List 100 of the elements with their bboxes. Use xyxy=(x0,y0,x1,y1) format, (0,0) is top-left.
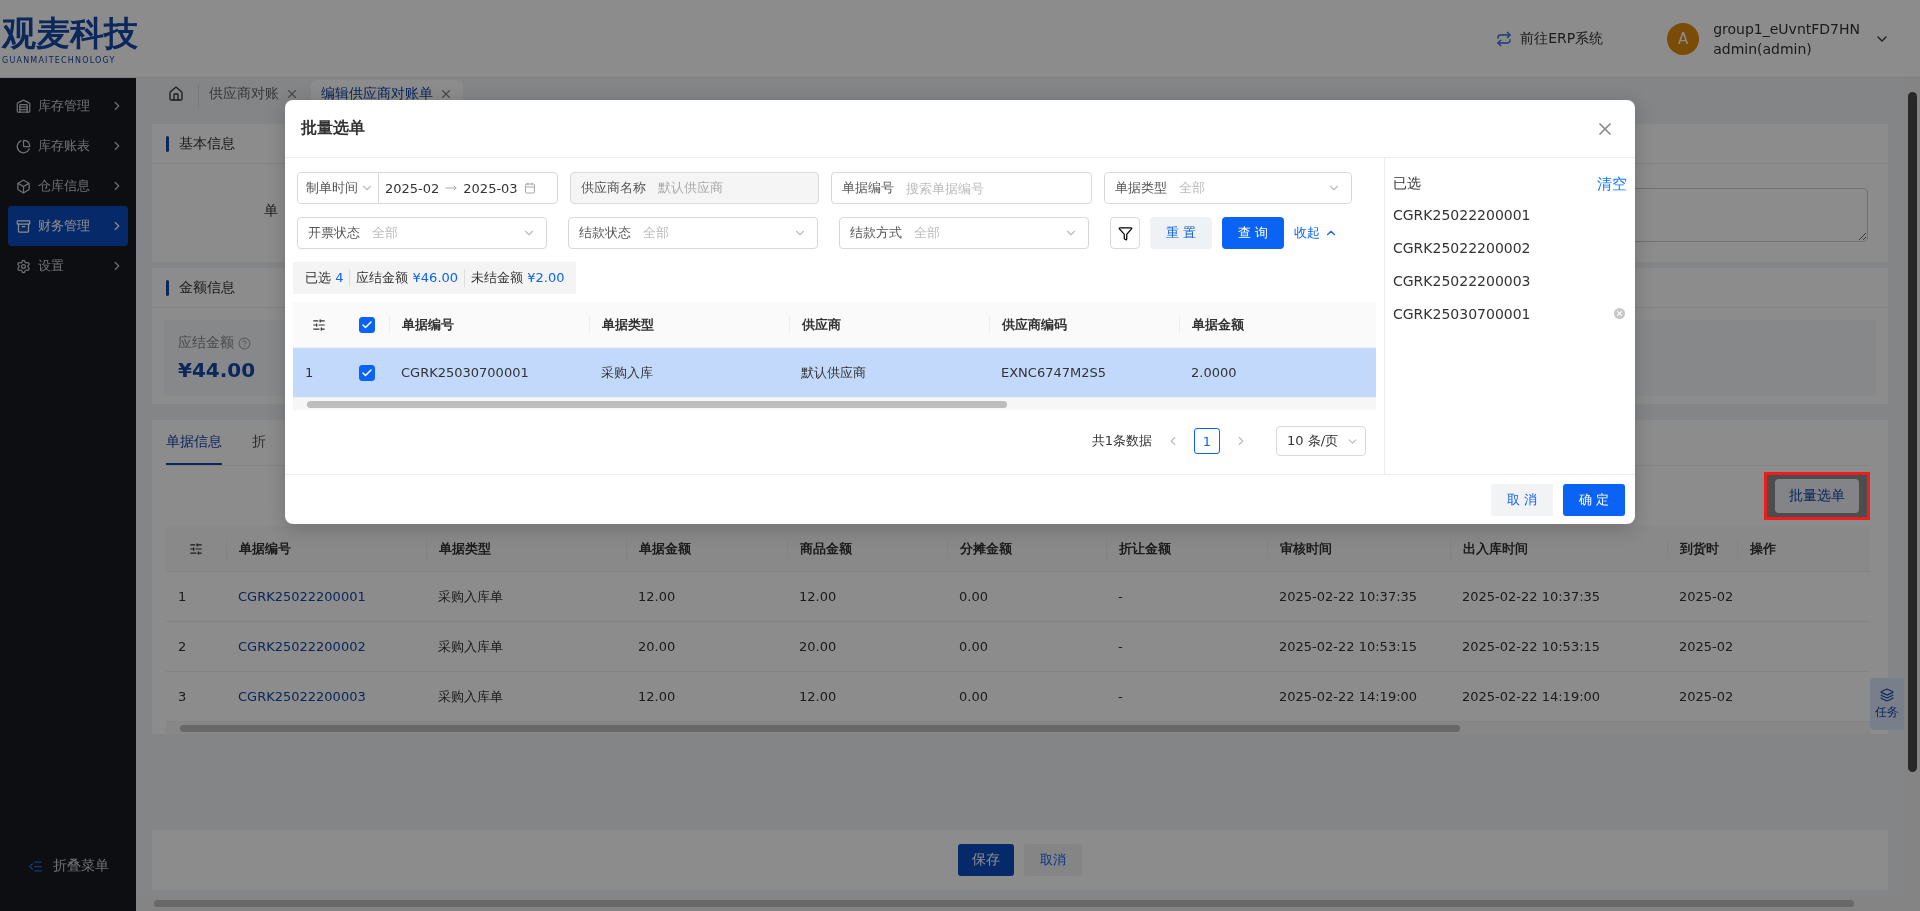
document-link[interactable]: CGRK25022200003 xyxy=(226,689,426,704)
table-cell-text: EXNC6747M2S5 xyxy=(1000,365,1107,380)
summary-item: 未结金额 ¥2.00 xyxy=(464,269,571,287)
row-number: 1 xyxy=(304,365,315,380)
cancel-button[interactable]: 取消 xyxy=(1024,844,1082,876)
horizontal-scrollbar[interactable] xyxy=(166,722,1870,734)
total-count: 共1条数据 xyxy=(1091,432,1152,450)
close-icon[interactable] xyxy=(439,87,453,101)
logo-subtitle: GUANMAITECHNOLOGY xyxy=(2,54,117,67)
document-link[interactable]: CGRK25022200002 xyxy=(226,639,426,654)
collapse-menu[interactable]: 折叠菜单 xyxy=(8,857,128,875)
check-icon xyxy=(361,318,373,331)
table-cell-text: 采购入库单 xyxy=(437,637,504,656)
select-field[interactable]: 结款方式 全部 xyxy=(839,217,1089,249)
filter-icon xyxy=(1117,225,1133,241)
sidebar-item[interactable]: 库存账表 xyxy=(8,126,128,166)
detail-tab[interactable]: 单据信息 xyxy=(166,420,222,465)
table-cell-text: 12.00 xyxy=(798,589,838,604)
row-number: 1 xyxy=(177,589,188,604)
reset-button[interactable]: 重 置 xyxy=(1150,217,1213,249)
check-icon xyxy=(361,366,373,379)
column-header: 审核时间 xyxy=(1267,539,1450,558)
page-button[interactable]: 1 xyxy=(1194,428,1220,454)
selected-item: CGRK25022200003 xyxy=(1393,272,1531,289)
table-cell-text: - xyxy=(1117,639,1124,654)
column-header: 单据编号 xyxy=(389,315,589,334)
filter-button[interactable] xyxy=(1110,217,1140,249)
table-cell-text: 0.00 xyxy=(958,689,989,704)
section-title: 基本信息 xyxy=(179,134,235,153)
field-label: 单 xyxy=(264,201,278,220)
column-header: 折让金额 xyxy=(1106,539,1267,558)
logo-title: 观麦科技 xyxy=(2,11,139,55)
query-button[interactable]: 查 询 xyxy=(1222,217,1285,249)
detail-tab[interactable]: 折 xyxy=(252,420,266,465)
column-header: 单据类型 xyxy=(589,315,789,334)
horizontal-scrollbar[interactable] xyxy=(293,398,1376,410)
sidebar-item[interactable]: 财务管理 xyxy=(8,206,128,246)
column-header: 分摊金额 xyxy=(947,539,1106,558)
column-settings-icon[interactable] xyxy=(312,317,326,332)
document-link[interactable]: CGRK25022200001 xyxy=(226,589,426,604)
archive-icon xyxy=(16,218,31,234)
selected-item: CGRK25022200002 xyxy=(1393,239,1531,256)
table-cell-text: 2025-02-22 10:37:35 xyxy=(1278,589,1419,604)
confirm-button[interactable]: 确 定 xyxy=(1562,483,1625,516)
select-field[interactable]: 结款状态 全部 xyxy=(568,217,818,249)
layers-icon xyxy=(1880,687,1894,702)
page-size-select[interactable]: 10 条/页 xyxy=(1276,426,1366,456)
column-header: 出入库时间 xyxy=(1450,539,1667,558)
column-header: 供应商 xyxy=(789,315,989,334)
table-cell-text: 0.00 xyxy=(958,639,989,654)
table-cell-text: 2025-02 xyxy=(1678,589,1735,604)
collapse-link[interactable]: 收起 xyxy=(1294,224,1339,242)
column-settings-icon[interactable] xyxy=(189,541,203,556)
batch-select-button[interactable]: 批量选单 xyxy=(1775,479,1859,513)
table-cell-text: 20.00 xyxy=(798,639,838,654)
cancel-button[interactable]: 取 消 xyxy=(1490,483,1553,516)
summary-item: 已选 4 xyxy=(304,269,345,287)
table-cell-text: - xyxy=(1117,689,1124,704)
user-name: group1_eUvntFD7HN xyxy=(1713,20,1860,37)
section-title: 金额信息 xyxy=(179,278,235,297)
clear-link[interactable]: 清空 xyxy=(1597,174,1627,194)
calendar-icon[interactable] xyxy=(523,182,536,194)
table-cell-text: 2025-02 xyxy=(1678,689,1735,704)
table-cell-text: 2025-02-22 10:37:35 xyxy=(1461,589,1602,604)
column-header: 单据金额 xyxy=(1179,315,1377,334)
table-cell-text: 采购入库单 xyxy=(437,687,504,706)
sidebar-item[interactable]: 仓库信息 xyxy=(8,166,128,206)
close-icon[interactable] xyxy=(285,87,299,101)
column-header: 单据编号 xyxy=(226,539,426,558)
home-icon xyxy=(168,86,184,102)
table-cell-text: 12.00 xyxy=(637,689,677,704)
table-cell-text: 2025-02 xyxy=(1678,639,1735,654)
save-button[interactable]: 保存 xyxy=(958,844,1014,876)
select-field[interactable]: 开票状态 全部 xyxy=(297,217,547,249)
task-button[interactable]: 任务 xyxy=(1870,678,1904,730)
box-icon xyxy=(16,178,31,194)
table-row[interactable]: 1 CGRK25030700001 采购入库 默认供应商 EXNC6747M2S5 2.0000 xyxy=(293,348,1376,398)
sidebar-item[interactable]: 设置 xyxy=(8,246,128,286)
search-input[interactable]: 搜索单据编号 xyxy=(906,179,1081,197)
table-cell-text: - xyxy=(1117,589,1124,604)
document-number-field[interactable]: 单据编号 搜索单据编号 xyxy=(831,172,1092,204)
stat-value: ¥44.00 xyxy=(178,358,256,382)
table-cell-text: 12.00 xyxy=(637,589,677,604)
repeat-arrows-icon xyxy=(1496,30,1513,47)
table-cell-text: 2025-02-22 10:53:15 xyxy=(1278,639,1419,654)
erp-link[interactable]: 前往ERP系统 xyxy=(1496,29,1604,48)
row-checkbox[interactable] xyxy=(359,364,375,381)
column-header: 供应商编码 xyxy=(989,315,1179,334)
column-header: 商品金额 xyxy=(787,539,947,558)
table-cell-text: 12.00 xyxy=(798,689,838,704)
select-field[interactable]: 单据类型 全部 xyxy=(1104,172,1352,204)
select-all-checkbox[interactable] xyxy=(359,316,375,333)
column-header: 单据类型 xyxy=(426,539,626,558)
selected-item: CGRK25022200001 xyxy=(1393,206,1531,223)
date-range-field[interactable]: 制单时间 2025-02 2025-03 xyxy=(297,172,558,204)
stat-label: 应结金额 xyxy=(178,334,234,352)
column-header: 到货时 xyxy=(1667,539,1737,558)
dialog-title: 批量选单 xyxy=(301,118,365,139)
sidebar-item[interactable]: 库存管理 xyxy=(8,86,128,126)
table-cell-text: CGRK25030700001 xyxy=(400,365,530,380)
